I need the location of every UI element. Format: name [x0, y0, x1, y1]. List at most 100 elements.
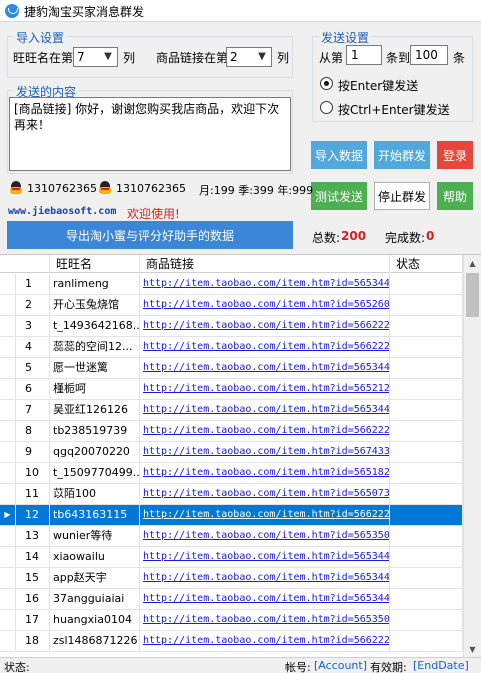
product-link-cell[interactable]: http://item.taobao.com/item.htm?id=56534… — [140, 589, 390, 609]
wangwang-name-cell[interactable]: tb238519739 — [50, 421, 140, 441]
qq-number-2[interactable]: 1310762365 — [116, 182, 186, 195]
wangwang-name-cell[interactable]: t_1493642168... — [50, 316, 140, 336]
wangwang-name-cell[interactable]: wunier等待 — [50, 526, 140, 546]
row-index: 9 — [16, 442, 50, 462]
wangwang-name-cell[interactable]: 吴亚红126126 — [50, 400, 140, 420]
wangwang-name-cell[interactable]: ranlimeng — [50, 274, 140, 294]
table-row[interactable]: 13 wunier等待 http://item.taobao.com/item.ht… — [0, 526, 463, 547]
wangwang-name-cell[interactable]: xiaowailu — [50, 547, 140, 567]
header-link[interactable]: 商品链接 — [140, 255, 390, 273]
product-link-cell[interactable]: http://item.taobao.com/item.htm?id=56622… — [140, 421, 390, 441]
header-status[interactable]: 状态 — [390, 255, 463, 273]
wangwang-name-cell[interactable]: 槿栀呵 — [50, 379, 140, 399]
table-row[interactable]: 17 huangxia0104 http://item.taobao.com/ite… — [0, 610, 463, 631]
login-button[interactable]: 登录 — [437, 141, 473, 169]
row-index: 14 — [16, 547, 50, 567]
table-row[interactable]: 18 zsl1486871226 http://item.taobao.com/it… — [0, 631, 463, 652]
stop-send-button[interactable]: 停止群发 — [374, 182, 430, 210]
to-row-input[interactable]: 100 — [410, 45, 448, 65]
table-row[interactable]: 2 开心玉兔烧馆 http://item.taobao.com/item.htm?i… — [0, 295, 463, 316]
enter-send-label[interactable]: 按Enter键发送 — [338, 77, 418, 94]
scroll-thumb[interactable] — [466, 273, 479, 317]
table-row[interactable]: 1 ranlimeng http://item.taobao.com/item.ht… — [0, 274, 463, 295]
table-row[interactable]: 6 槿栀呵 http://item.taobao.com/item.htm?id=5… — [0, 379, 463, 400]
wangwang-name-cell[interactable]: 愿一世迷篱 — [50, 358, 140, 378]
wangwang-name-cell[interactable]: zsl1486871226 — [50, 631, 140, 651]
table-row[interactable]: 11 苡陌100 http://item.taobao.com/item.htm?i… — [0, 484, 463, 505]
row-index: 7 — [16, 400, 50, 420]
product-link-cell[interactable]: http://item.taobao.com/item.htm?id=56534… — [140, 568, 390, 588]
table-row[interactable]: 15 app赵天宇 http://item.taobao.com/item.htm?… — [0, 568, 463, 589]
table-row[interactable]: ▶ 12 tb643163115 http://item.taobao.com/ite… — [0, 505, 463, 526]
product-link-cell[interactable]: http://item.taobao.com/item.htm?id=56622… — [140, 631, 390, 651]
table-row[interactable]: 5 愿一世迷篱 http://item.taobao.com/item.htm?id… — [0, 358, 463, 379]
from-row-input[interactable]: 1 — [346, 45, 382, 65]
product-link-cell[interactable]: http://item.taobao.com/item.htm?id=56535… — [140, 526, 390, 546]
link-column-value: 2 — [230, 50, 238, 64]
row-index: 17 — [16, 610, 50, 630]
product-link-cell[interactable]: http://item.taobao.com/item.htm?id=56534… — [140, 274, 390, 294]
wangwang-name-cell[interactable]: 开心玉兔烧馆 — [50, 295, 140, 315]
wangwang-name-cell[interactable]: t_1509770499... — [50, 463, 140, 483]
status-cell — [390, 442, 463, 462]
table-row[interactable]: 14 xiaowailu http://item.taobao.com/item.h… — [0, 547, 463, 568]
from-label: 从第 — [319, 51, 344, 65]
row-indicator — [0, 610, 16, 630]
wangwang-name-cell[interactable]: 蕊蕊的空间12... — [50, 337, 140, 357]
link-column-select[interactable]: 2 ▼ — [226, 47, 272, 67]
row-index: 8 — [16, 421, 50, 441]
table-row[interactable]: 3 t_1493642168... http://item.taobao.com/i… — [0, 316, 463, 337]
test-send-button[interactable]: 测试发送 — [311, 182, 367, 210]
product-link-cell[interactable]: http://item.taobao.com/item.htm?id=56526… — [140, 295, 390, 315]
expiry-value[interactable]: [EndDate] — [413, 659, 469, 672]
wangwang-name-cell[interactable]: 37angguiaiai — [50, 589, 140, 609]
product-link-cell[interactable]: http://item.taobao.com/item.htm?id=56518… — [140, 463, 390, 483]
header-name[interactable]: 旺旺名 — [50, 255, 140, 273]
wangwang-name-cell[interactable]: qgq20070220 — [50, 442, 140, 462]
row-index: 4 — [16, 337, 50, 357]
message-textarea[interactable]: [商品链接] 你好，谢谢您购买我店商品，欢迎下次再来！ — [9, 97, 291, 171]
vertical-scrollbar[interactable]: ▲ ▼ — [463, 255, 481, 657]
status-cell — [390, 421, 463, 441]
table-row[interactable]: 9 qgq20070220 http://item.taobao.com/item.… — [0, 442, 463, 463]
export-data-button[interactable]: 导出淘小蜜与评分好助手的数据 — [7, 221, 293, 249]
wangwang-name-cell[interactable]: huangxia0104 — [50, 610, 140, 630]
ctrl-enter-send-radio[interactable] — [320, 101, 333, 114]
to-label: 条到 — [386, 51, 411, 65]
product-link-cell[interactable]: http://item.taobao.com/item.htm?id=56534… — [140, 400, 390, 420]
import-data-button[interactable]: 导入数据 — [311, 141, 367, 169]
row-index: 2 — [16, 295, 50, 315]
qq-number-1[interactable]: 1310762365 — [27, 182, 97, 195]
scroll-down-icon[interactable]: ▼ — [464, 641, 481, 657]
table-row[interactable]: 16 37angguiaiai http://item.taobao.com/ite… — [0, 589, 463, 610]
website-link[interactable]: www.jiebaosoft.com — [8, 206, 116, 217]
ctrl-enter-send-label[interactable]: 按Ctrl+Enter键发送 — [338, 101, 450, 118]
product-link-cell[interactable]: http://item.taobao.com/item.htm?id=56622… — [140, 505, 390, 525]
link-column-unit: 列 — [277, 51, 290, 65]
help-button[interactable]: 帮助 — [437, 182, 473, 210]
start-send-button[interactable]: 开始群发 — [374, 141, 430, 169]
product-link-cell[interactable]: http://item.taobao.com/item.htm?id=56534… — [140, 547, 390, 567]
wangwang-name-cell[interactable]: tb643163115 — [50, 505, 140, 525]
table-row[interactable]: 8 tb238519739 http://item.taobao.com/item.… — [0, 421, 463, 442]
product-link-cell[interactable]: http://item.taobao.com/item.htm?id=56507… — [140, 484, 390, 504]
scroll-up-icon[interactable]: ▲ — [464, 255, 481, 272]
product-link-cell[interactable]: http://item.taobao.com/item.htm?id=56535… — [140, 610, 390, 630]
recipient-grid[interactable]: 旺旺名 商品链接 状态 1 ranlimeng http://item.taobao… — [0, 254, 481, 657]
enter-send-radio[interactable] — [320, 77, 333, 90]
status-cell — [390, 400, 463, 420]
product-link-cell[interactable]: http://item.taobao.com/item.htm?id=56534… — [140, 358, 390, 378]
table-row[interactable]: 4 蕊蕊的空间12... http://item.taobao.com/item.h… — [0, 337, 463, 358]
wangwang-name-cell[interactable]: 苡陌100 — [50, 484, 140, 504]
row-index: 10 — [16, 463, 50, 483]
product-link-cell[interactable]: http://item.taobao.com/item.htm?id=56521… — [140, 379, 390, 399]
product-link-cell[interactable]: http://item.taobao.com/item.htm?id=56622… — [140, 337, 390, 357]
account-value[interactable]: [Account] — [314, 659, 367, 672]
wangwang-name-cell[interactable]: app赵天宇 — [50, 568, 140, 588]
row-indicator — [0, 379, 16, 399]
name-column-select[interactable]: 7 ▼ — [73, 47, 118, 67]
table-row[interactable]: 10 t_1509770499... http://item.taobao.com/… — [0, 463, 463, 484]
product-link-cell[interactable]: http://item.taobao.com/item.htm?id=56622… — [140, 316, 390, 336]
product-link-cell[interactable]: http://item.taobao.com/item.htm?id=56743… — [140, 442, 390, 462]
table-row[interactable]: 7 吴亚红126126 http://item.taobao.com/item.ht… — [0, 400, 463, 421]
